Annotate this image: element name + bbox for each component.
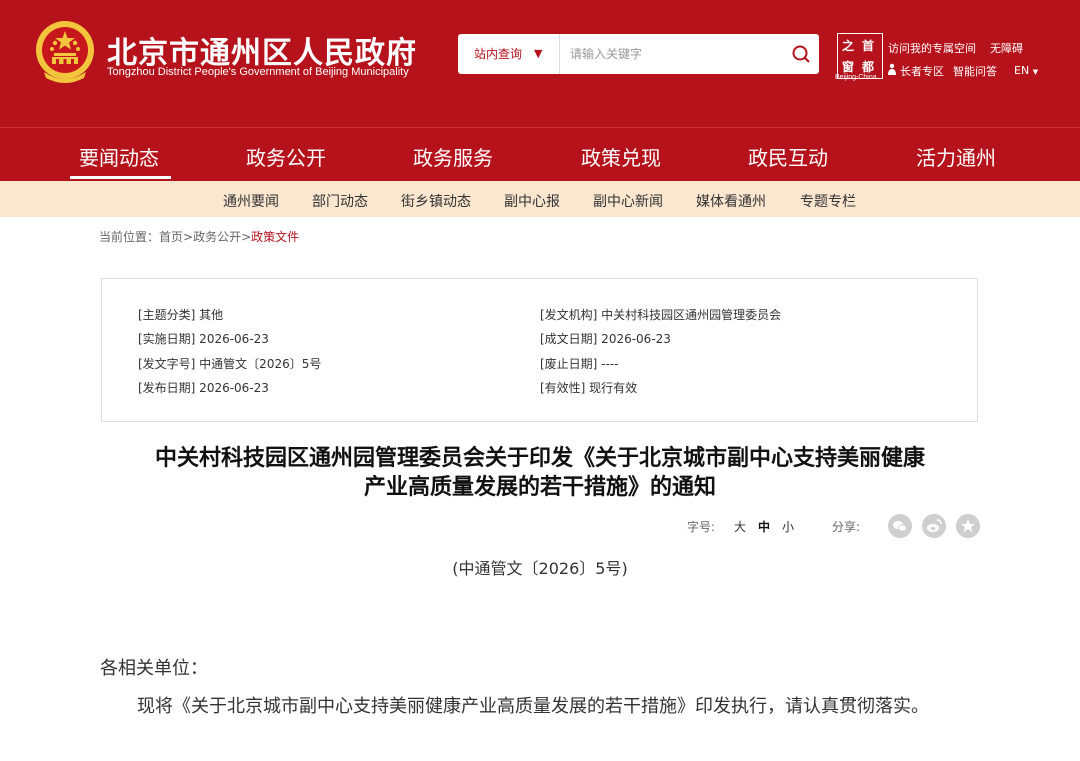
font-size-medium-button[interactable]: 中 [758,518,770,535]
language-label: EN [1014,64,1030,77]
national-emblem-icon [36,21,94,83]
breadcrumb: 当前位置：首页>政务公开>政策文件 [99,228,299,245]
nav-item-government-affairs[interactable]: 政务公开 [246,142,326,171]
nav-active-indicator [70,176,171,179]
language-switch[interactable]: EN ▼ [1014,64,1038,77]
wechat-icon[interactable] [888,514,912,538]
subnav-item[interactable]: 副中心新闻 [593,191,663,211]
breadcrumb-current[interactable]: 政策文件 [251,230,299,244]
article-title-line: 产业高质量发展的若干措施》的通知 [363,475,716,500]
elder-person-icon [888,63,896,75]
site-header: 北京市通州区人民政府 Tongzhou District People's Go… [0,0,1080,127]
chevron-down-icon: ▼ [534,47,543,60]
seal-char: 之 [842,39,855,53]
breadcrumb-separator: > [241,230,252,244]
search-scope-label: 站内查询 [474,47,523,61]
nav-item-news[interactable]: 要闻动态 [79,142,159,171]
nav-item-policy[interactable]: 政策兑现 [581,142,661,171]
subnav-item[interactable]: 通州要闻 [223,191,279,211]
seal-char: 都 [862,60,875,74]
breadcrumb-home[interactable]: 首页 [159,230,183,244]
font-size-large-button[interactable]: 大 [734,518,746,535]
breadcrumb-separator: > [183,230,194,244]
nav-item-services[interactable]: 政务服务 [413,142,493,171]
accessibility-link[interactable]: 无障碍 [990,40,1023,56]
chevron-down-icon: ▼ [1032,68,1039,76]
search-bar: 站内查询 ▼ [458,34,819,74]
subnav-item[interactable]: 街乡镇动态 [401,191,471,211]
subnav-item[interactable]: 副中心报 [504,191,560,211]
breadcrumb-level1[interactable]: 政务公开 [193,230,241,244]
seal-caption: Beijing-China [835,74,877,81]
document-number: (中通管文〔2026〕5号) [452,559,628,578]
subnav-item[interactable]: 媒体看通州 [696,191,766,211]
meta-issuer: [发文机构] 中关村科技园区通州园管理委员会 [540,308,782,322]
smart-qa-link[interactable]: 智能问答 [953,63,997,79]
breadcrumb-prefix: 当前位置： [99,230,160,244]
my-space-link[interactable]: 访问我的专属空间 [888,40,976,56]
search-input[interactable] [570,42,770,66]
font-size-label: 字号: [687,520,716,534]
meta-validity: [有效性] 现行有效 [540,381,638,395]
meta-publish-date: [发布日期] 2026-06-23 [138,381,269,395]
seal-char: 窗 [842,60,855,74]
elder-zone-link[interactable]: 长者专区 [900,63,944,79]
meta-doc-number: [发文字号] 中通管文〔2026〕5号 [138,357,322,371]
article-body-paragraph: 现将《关于北京城市副中心支持美丽健康产业高质量发展的若干措施》印发执行，请认真贯… [137,696,929,717]
search-icon[interactable] [788,42,814,66]
article-salutation: 各相关单位： [100,658,208,679]
meta-written-date: [成文日期] 2026-06-23 [540,332,671,346]
seal-char: 首 [862,39,875,53]
sub-nav: 通州要闻 部门动态 街乡镇动态 副中心报 副中心新闻 媒体看通州 专题专栏 [0,181,1080,217]
nav-item-interaction[interactable]: 政民互动 [748,142,828,171]
document-meta-box: [主题分类] 其他 [发文机构] 中关村科技园区通州园管理委员会 [实施日期] … [101,278,978,422]
favorite-star-icon[interactable] [956,514,980,538]
article-title: 中关村科技园区通州园管理委员会关于印发《关于北京城市副中心支持美丽健康 产业高质… [100,444,980,502]
search-scope-select[interactable]: 站内查询 ▼ [458,34,560,74]
capital-window-seal[interactable]: 之 首 窗 都 [837,33,883,79]
weibo-icon[interactable] [922,514,946,538]
meta-effective-date: [实施日期] 2026-06-23 [138,332,269,346]
site-subtitle-en: Tongzhou District People's Government of… [107,66,409,78]
article-title-line: 中关村科技园区通州园管理委员会关于印发《关于北京城市副中心支持美丽健康 [154,446,925,471]
share-label: 分享: [832,520,861,534]
nav-item-vibrant-tongzhou[interactable]: 活力通州 [916,142,996,171]
subnav-item[interactable]: 部门动态 [312,191,368,211]
main-nav: 要闻动态 政务公开 政务服务 政策兑现 政民互动 活力通州 [0,127,1080,181]
meta-topic: [主题分类] 其他 [138,308,224,322]
meta-repeal-date: [废止日期] ---- [540,357,619,371]
subnav-item[interactable]: 专题专栏 [800,191,856,211]
font-size-small-button[interactable]: 小 [782,518,794,535]
